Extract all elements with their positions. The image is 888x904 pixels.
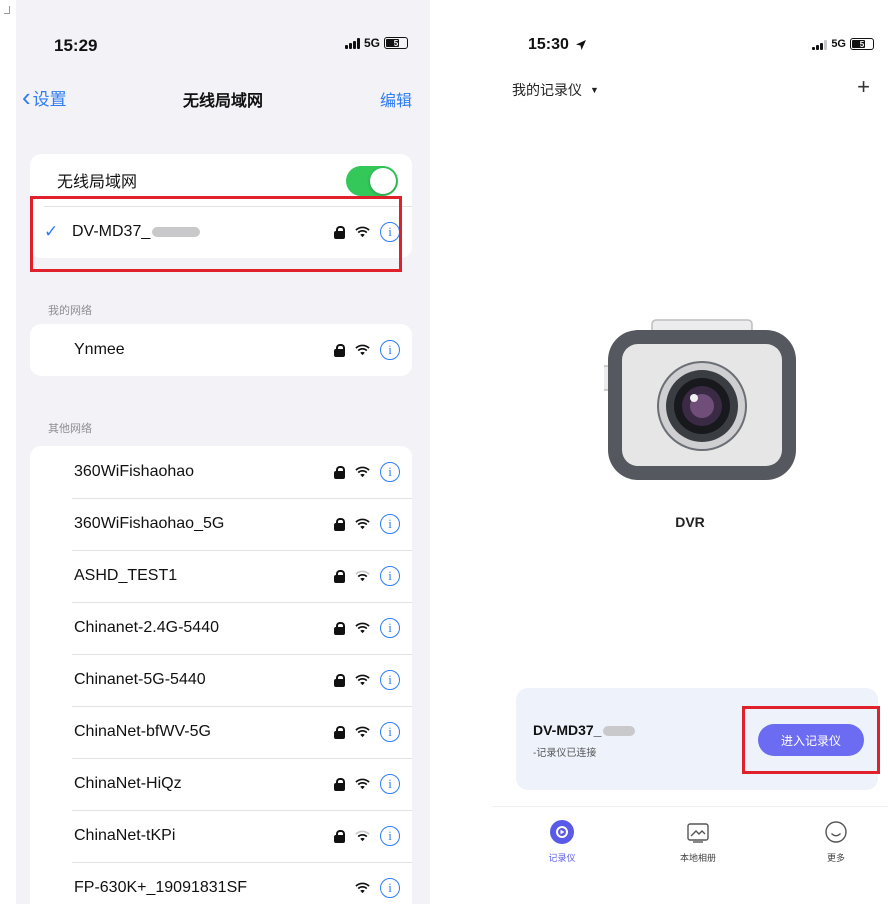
lock-icon xyxy=(334,343,345,357)
dashcam-app-screen: 15:30 5G 5 我的记录仪 ▼ + DVR DV-MD37_ -记录仪已连… xyxy=(492,0,888,904)
signal-icon xyxy=(812,39,828,50)
wifi-icon xyxy=(355,466,370,478)
network-row[interactable]: 360WiFishaohao_5G i xyxy=(30,498,412,550)
network-row[interactable]: ASHD_TEST1 i xyxy=(30,550,412,602)
tab-recorder[interactable]: 记录仪 xyxy=(522,819,602,864)
lock-icon xyxy=(334,569,345,583)
network-row[interactable]: Chinanet-2.4G-5440 i xyxy=(30,602,412,654)
network-name: 360WiFishaohao xyxy=(74,463,195,480)
wifi-icon xyxy=(355,518,370,530)
status-time: 15:30 xyxy=(528,36,587,54)
wifi-weak-icon xyxy=(355,570,370,582)
device-label: DVR xyxy=(675,514,705,530)
more-icon xyxy=(825,821,847,843)
tab-local-album[interactable]: 本地相册 xyxy=(658,819,738,864)
network-name: ChinaNet-HiQz xyxy=(74,775,182,792)
lock-icon xyxy=(334,517,345,531)
tab-bar: 记录仪 本地相册 更多 xyxy=(492,806,888,904)
network-name: ASHD_TEST1 xyxy=(74,567,178,584)
network-name: FP-630K+_19091831SF xyxy=(74,879,248,896)
info-icon[interactable]: i xyxy=(380,722,400,742)
dropdown-triangle-icon: ▼ xyxy=(590,85,599,95)
status-indicators: 5G 5 xyxy=(812,38,874,50)
page-title: 无线局域网 xyxy=(182,93,263,110)
wifi-icon xyxy=(355,882,370,894)
lock-icon xyxy=(334,465,345,479)
network-type: 5G xyxy=(831,38,846,50)
network-name: Chinanet-5G-5440 xyxy=(74,671,206,688)
info-icon[interactable]: i xyxy=(380,774,400,794)
info-icon[interactable]: i xyxy=(380,670,400,690)
network-name: ChinaNet-tKPi xyxy=(74,827,176,844)
card-status: -记录仪已连接 xyxy=(533,748,597,759)
my-networks-header: 我的网络 xyxy=(48,305,92,317)
lock-icon xyxy=(334,829,345,843)
card-device-name: DV-MD37_ xyxy=(533,722,636,738)
wifi-icon xyxy=(355,726,370,738)
wifi-toggle-switch[interactable] xyxy=(346,166,398,196)
info-icon[interactable]: i xyxy=(380,826,400,846)
add-icon[interactable]: + xyxy=(857,74,870,100)
device-selector[interactable]: 我的记录仪 ▼ xyxy=(512,80,599,100)
info-icon[interactable]: i xyxy=(380,340,400,360)
dashcam-illustration xyxy=(604,319,796,480)
tab-more[interactable]: 更多 xyxy=(796,819,876,864)
edit-button[interactable]: 编辑 xyxy=(380,87,412,111)
redacted-blur xyxy=(603,726,636,737)
status-time: 15:29 xyxy=(54,36,98,55)
highlight-box xyxy=(30,196,402,272)
wifi-icon xyxy=(355,344,370,356)
network-row[interactable]: 360WiFishaohao i xyxy=(30,446,412,498)
network-name: Ynmee xyxy=(74,341,125,358)
network-name: ChinaNet-bfWV-5G xyxy=(74,723,211,740)
network-row[interactable]: ChinaNet-HiQz i xyxy=(30,758,412,810)
info-icon[interactable]: i xyxy=(380,566,400,586)
battery-icon: 5 xyxy=(384,37,408,49)
info-icon[interactable]: i xyxy=(380,878,400,898)
network-name: 360WiFishaohao_5G xyxy=(74,515,225,532)
location-arrow-icon xyxy=(575,40,586,50)
network-row[interactable]: Chinanet-5G-5440 i xyxy=(30,654,412,706)
network-type: 5G xyxy=(363,36,380,50)
info-icon[interactable]: i xyxy=(380,618,400,638)
lock-icon xyxy=(334,725,345,739)
wifi-settings-screen: 15:29 5G 5 ‹ 设置 无线局域网 编辑 无线局域网 ✓ DV-MD37… xyxy=(16,0,430,904)
wifi-icon xyxy=(355,674,370,686)
signal-icon xyxy=(344,37,360,49)
device-selector-label: 我的记录仪 xyxy=(512,82,582,98)
network-row-ynmee[interactable]: Ynmee i xyxy=(30,324,412,376)
wifi-icon xyxy=(355,622,370,634)
wifi-weak-icon xyxy=(355,830,370,842)
network-name: Chinanet-2.4G-5440 xyxy=(74,619,219,636)
battery-icon: 5 xyxy=(850,38,874,50)
network-row[interactable]: FP-630K+_19091831SF i xyxy=(30,862,412,904)
other-networks-header: 其他网络 xyxy=(48,423,92,435)
network-row[interactable]: ChinaNet-tKPi i xyxy=(30,810,412,862)
album-icon xyxy=(687,823,709,843)
network-row[interactable]: ChinaNet-bfWV-5G i xyxy=(30,706,412,758)
info-icon[interactable]: i xyxy=(380,514,400,534)
wifi-toggle-label: 无线局域网 xyxy=(57,174,138,191)
wifi-icon xyxy=(355,778,370,790)
recorder-icon xyxy=(550,820,574,844)
highlight-box xyxy=(742,706,880,774)
info-icon[interactable]: i xyxy=(380,462,400,482)
lock-icon xyxy=(334,777,345,791)
lock-icon xyxy=(334,621,345,635)
my-networks-group: Ynmee i xyxy=(30,324,412,376)
other-networks-group: 360WiFishaohao i 360WiFishaohao_5G i ASH… xyxy=(30,446,412,904)
lock-icon xyxy=(334,673,345,687)
corner-mark xyxy=(4,6,10,14)
status-indicators: 5G 5 xyxy=(344,36,408,50)
